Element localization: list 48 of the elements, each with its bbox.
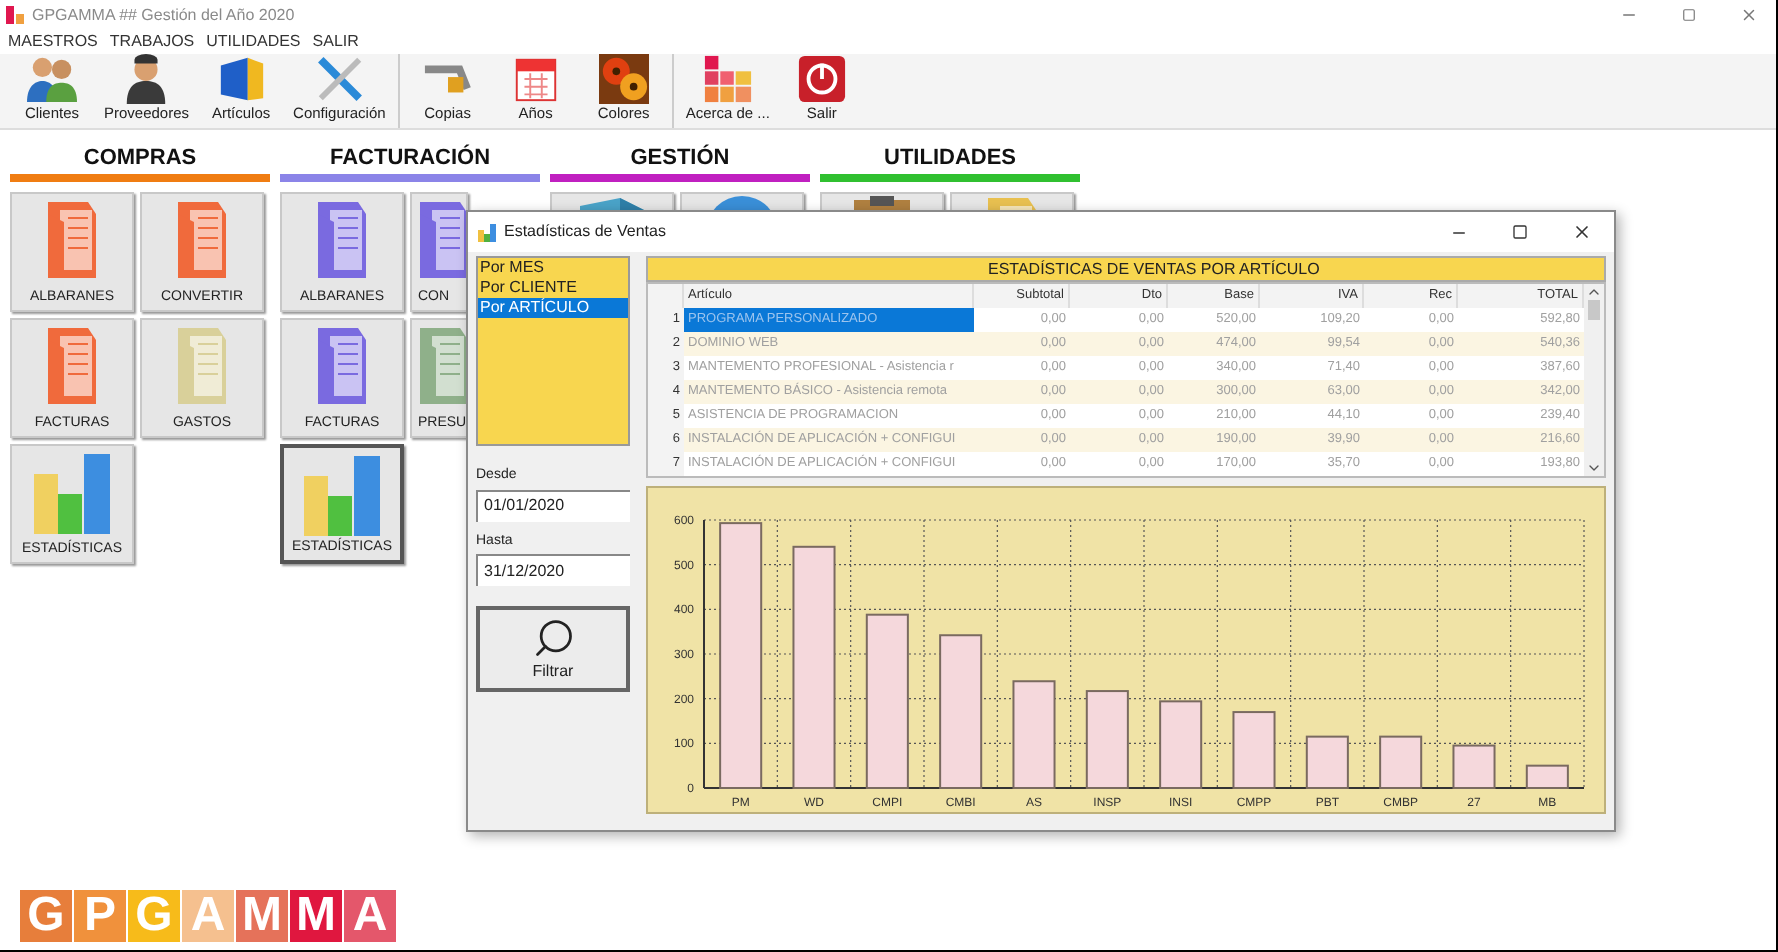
box-icon (215, 54, 268, 104)
scroll-down-icon[interactable] (1586, 460, 1602, 476)
logo-letter: A (344, 890, 396, 942)
tools-icon (313, 54, 366, 104)
list-item[interactable]: Por ARTÍCULO (478, 298, 628, 318)
bar (1012, 680, 1056, 789)
logo-letter: P (74, 890, 126, 942)
list-item[interactable]: Por MES (478, 258, 628, 278)
app-logo-icon (6, 6, 24, 24)
logo-letter: M (236, 890, 288, 942)
section-title: UTILIDADES (882, 146, 1018, 172)
scroll-up-icon[interactable] (1586, 284, 1602, 300)
people-icon (24, 54, 80, 104)
bar (1525, 764, 1569, 789)
section-title: GESTIÓN (628, 146, 732, 172)
bar (1452, 744, 1496, 789)
logo-letter: G (20, 890, 72, 942)
section-title: FACTURACIÓN (327, 146, 493, 172)
bar (1305, 735, 1349, 789)
scroll-thumb[interactable] (1588, 300, 1600, 320)
menu-item[interactable]: SALIR (312, 30, 359, 54)
date-field[interactable]: 01/01/2020 (476, 489, 630, 521)
list-item[interactable]: Por CLIENTE (478, 278, 628, 298)
flowers-icon (597, 54, 650, 104)
logo-letter: A (182, 890, 234, 942)
menu-item[interactable]: UTILIDADES (206, 30, 301, 54)
bar (1232, 711, 1276, 789)
close-icon[interactable] (1572, 222, 1592, 242)
logo-letter: G (128, 890, 180, 942)
section-title: COMPRAS (81, 146, 199, 172)
maximize-icon[interactable] (1512, 224, 1528, 240)
menu-item[interactable]: TRABAJOS (109, 30, 195, 54)
search-icon (531, 615, 575, 659)
scrollbar[interactable] (1584, 284, 1604, 476)
person-icon (122, 54, 171, 104)
logo-letter: M (290, 890, 342, 942)
maximize-icon[interactable] (1682, 8, 1696, 22)
bar (1379, 735, 1423, 789)
dialog-title: Estadísticas de Ventas (504, 220, 666, 244)
date-field[interactable]: 31/12/2020 (476, 554, 630, 586)
menu-item[interactable]: MAESTROS (8, 30, 98, 54)
filter-button[interactable]: Filtrar (476, 606, 630, 692)
bar (1085, 690, 1129, 789)
bar-chart-icon (478, 223, 496, 241)
squares-icon (701, 54, 754, 104)
table-title: ESTADÍSTICAS DE VENTAS POR ARTÍCULO (646, 256, 1606, 282)
window-title: GPGAMMA ## Gestión del Año 2020 (32, 3, 295, 27)
bar (1159, 700, 1203, 789)
